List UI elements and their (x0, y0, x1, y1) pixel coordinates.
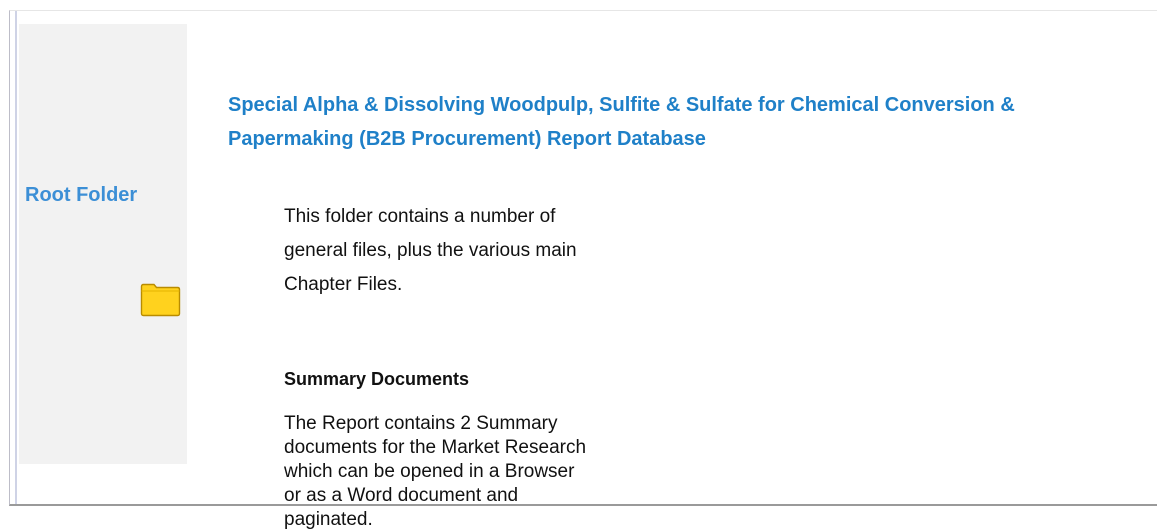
page-title: Special Alpha & Dissolving Woodpulp, Sul… (228, 94, 1015, 150)
folder-icon (140, 283, 181, 317)
frame-left-rule (15, 11, 17, 504)
intro-text: This folder contains a number of general… (284, 206, 577, 295)
sidebar (19, 24, 187, 464)
section-heading: Summary Documents (284, 369, 470, 389)
section-body: The Report contains 2 Summary documents … (284, 413, 587, 530)
sidebar-title: Root Folder (25, 184, 138, 206)
